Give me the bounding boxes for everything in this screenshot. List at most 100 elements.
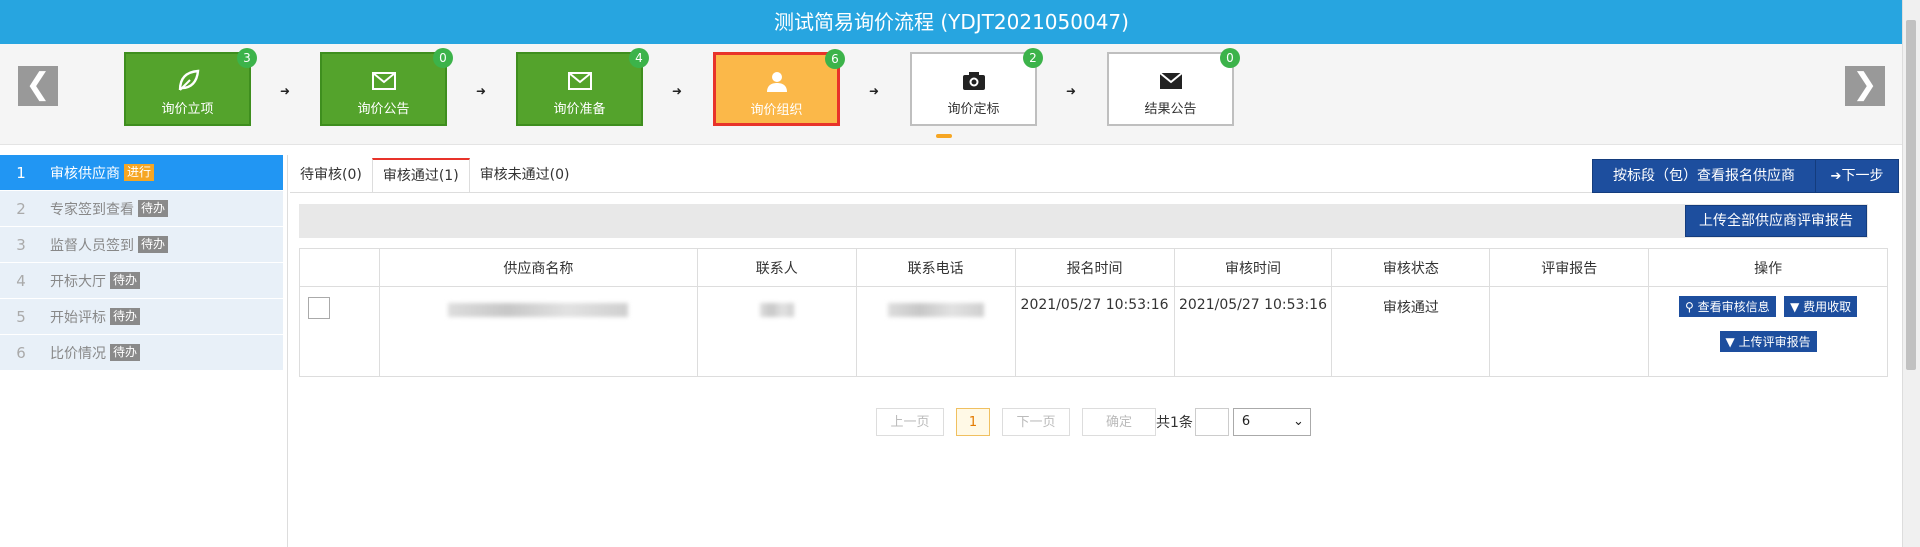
step-count-badge: 2 [1023,48,1043,68]
upload-all-reports-button[interactable]: 上传全部供应商评审报告 [1685,205,1867,237]
upload-report-label: 上传评审报告 [1738,335,1811,349]
total-count: 共1条 [1156,415,1193,431]
view-by-section-button[interactable]: 按标段（包）查看报名供应商 [1592,159,1816,193]
sidebar: 1 审核供应商 进行 2 专家签到查看 待办 3 监督人员签到 待办 4 开标大… [0,155,283,371]
step-label: 询价定标 [947,102,1000,117]
arrow-right-icon: ➜ [476,84,487,98]
prev-page-button[interactable]: 上一页 [876,408,944,436]
envelope-icon [518,68,641,94]
fee-collection-label: 费用收取 [1803,300,1852,314]
page-jump-input[interactable] [1194,408,1229,436]
status-badge: 待办 [110,344,141,361]
step-result-notice[interactable]: 结果公告 0 [1107,48,1240,126]
current-step-indicator [936,134,952,138]
filter-icon: ▼ [1790,300,1804,314]
column-header: 评审报告 [1489,248,1650,287]
page-number-button[interactable]: 1 [956,408,990,436]
supplier-table: 供应商名称 联系人 联系电话 报名时间 审核时间 审核状态 评审报告 操作 20… [299,248,1888,377]
scrollbar-thumb[interactable] [1906,20,1916,370]
page-title: 测试简易询价流程 (YDJT2021050047) [0,0,1903,44]
step-count-badge: 3 [237,48,257,68]
sidebar-item-start-evaluation[interactable]: 5 开始评标 待办 [0,299,283,334]
step-inquiry-organize[interactable]: 询价组织 6 [713,49,845,126]
audit-status-cell: 审核通过 [1331,286,1491,377]
paperclip-icon: ⚲ [1685,300,1698,314]
sidebar-item-number: 3 [16,235,26,254]
scrollbar[interactable] [1902,0,1920,547]
sidebar-item-bid-hall[interactable]: 4 开标大厅 待办 [0,263,283,298]
pagination: 上一页 1 下一页 确定 共1条 6 ⌄ [876,407,1311,437]
sidebar-item-number: 4 [16,271,26,290]
status-badge: 进行 [124,164,155,181]
actions-cell: ⚲ 查看审核信息 ▼ 费用收取 ▼ 上传评审报告 [1648,286,1888,377]
arrow-right-icon: ➜ [869,84,880,98]
report-cell [1489,286,1650,377]
column-header [299,248,380,287]
step-label: 询价组织 [750,103,803,118]
step-count-badge: 0 [433,48,453,68]
row-checkbox[interactable] [308,297,330,319]
arrow-right-icon: ➜ [280,84,291,98]
arrow-right-icon: ➜ [1066,84,1077,98]
step-bar: ❮ 询价立项 3 ➜ 询价公告 0 ➜ 询价准备 4 ➜ 询价组织 6 ➜ 询价… [0,44,1903,145]
sidebar-item-number: 2 [16,199,26,218]
next-steps-button[interactable]: ❯ [1845,66,1885,106]
step-label: 询价公告 [357,102,410,117]
tab-bar: 待审核(0) 审核通过(1) 审核未通过(0) [290,158,580,192]
tab-approved[interactable]: 审核通过(1) [371,158,470,192]
column-header: 联系人 [696,248,857,287]
fee-collection-button[interactable]: ▼ 费用收取 [1784,296,1858,317]
sidebar-item-review-supplier[interactable]: 1 审核供应商 进行 [0,155,283,190]
sidebar-item-number: 1 [16,163,26,182]
sidebar-item-label: 监督人员签到 [50,237,134,254]
confirm-page-button[interactable]: 确定 [1082,408,1156,436]
signup-time-cell: 2021/05/27 10:53:16 [1014,286,1175,377]
column-header: 审核状态 [1331,248,1491,287]
step-count-badge: 0 [1220,48,1240,68]
step-inquiry-prep[interactable]: 询价准备 4 [516,48,649,126]
redacted-phone [887,303,984,317]
column-header: 联系电话 [855,248,1016,287]
step-label: 结果公告 [1144,102,1197,117]
page-size-value: 6 [1241,414,1251,429]
sidebar-item-number: 5 [16,307,26,326]
sidebar-item-number: 6 [16,343,26,362]
tab-rejected[interactable]: 审核未通过(0) [470,158,580,192]
view-audit-info-button[interactable]: ⚲ 查看审核信息 [1679,296,1776,317]
step-count-badge: 6 [825,49,845,69]
sidebar-item-supervisor-signin[interactable]: 3 监督人员签到 待办 [0,227,283,262]
status-badge: 待办 [110,308,141,325]
sidebar-item-label: 审核供应商 [50,165,120,182]
column-header: 审核时间 [1173,248,1333,287]
arrow-circle-icon: ➔ [1830,169,1842,184]
step-label: 询价准备 [553,102,606,117]
next-step-label: 下一步 [1841,168,1884,184]
status-badge: 待办 [138,200,169,217]
column-header: 供应商名称 [378,248,698,287]
prev-steps-button[interactable]: ❮ [18,66,58,106]
envelope-icon [1109,68,1232,94]
step-inquiry-notice[interactable]: 询价公告 0 [320,48,453,126]
toolbar [299,204,1868,238]
sidebar-item-expert-signin[interactable]: 2 专家签到查看 待办 [0,191,283,226]
sidebar-item-label: 开始评标 [50,309,106,326]
camera-icon [912,68,1035,94]
sidebar-item-label: 比价情况 [50,345,106,362]
tab-pending[interactable]: 待审核(0) [290,158,372,192]
sidebar-item-price-comparison[interactable]: 6 比价情况 待办 [0,335,283,370]
sidebar-item-label: 专家签到查看 [50,201,134,218]
column-header: 报名时间 [1014,248,1175,287]
step-inquiry-project[interactable]: 询价立项 3 [124,48,257,126]
upload-report-button[interactable]: ▼ 上传评审报告 [1719,331,1817,352]
step-inquiry-award[interactable]: 询价定标 2 [910,48,1043,126]
redacted-contact [759,303,794,317]
next-page-button[interactable]: 下一页 [1002,408,1070,436]
next-step-button[interactable]: ➔下一步 [1815,159,1899,193]
table-header-row: 供应商名称 联系人 联系电话 报名时间 审核时间 审核状态 评审报告 操作 [299,248,1888,287]
divider [287,155,288,547]
page-size-select[interactable]: 6 ⌄ [1232,408,1311,436]
sidebar-item-label: 开标大厅 [50,273,106,290]
redacted-supplier-name [448,303,629,317]
envelope-icon [322,68,445,94]
column-header: 操作 [1648,248,1888,287]
